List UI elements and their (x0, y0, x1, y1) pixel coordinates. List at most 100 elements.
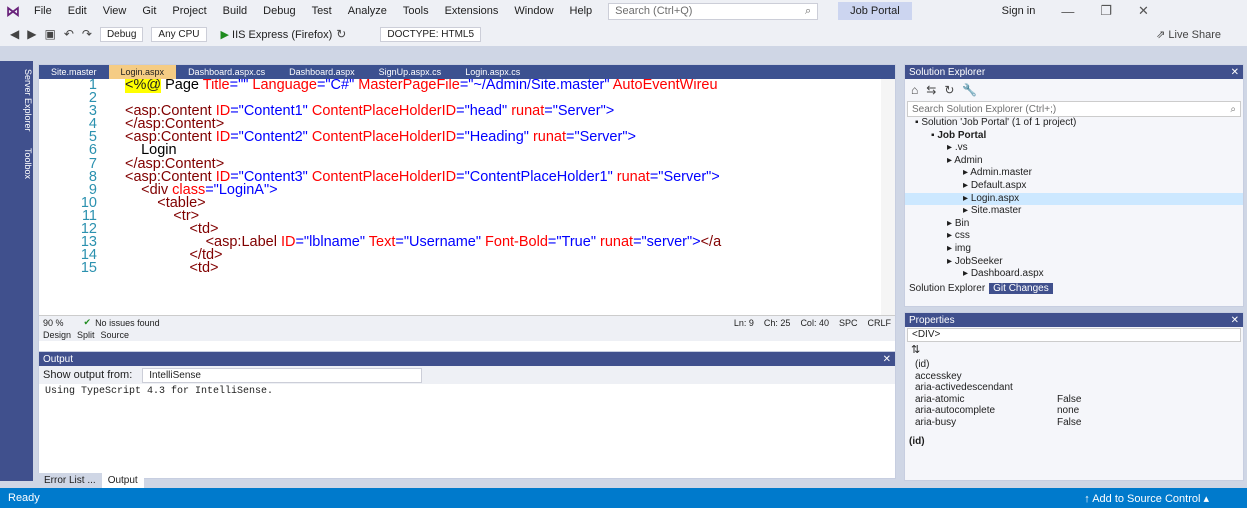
property-row[interactable]: aria-autocomplete none (905, 405, 1243, 417)
tree-item[interactable]: ▸ JobSeeker (905, 256, 1243, 269)
menu-item-build[interactable]: Build (215, 5, 255, 17)
split-view-button[interactable]: Split (77, 330, 95, 340)
line-ending[interactable]: CRLF (867, 318, 891, 328)
check-icon: ✔ (83, 317, 92, 327)
editor-tab[interactable]: Login.aspx (108, 65, 177, 79)
code-token: Text (368, 234, 396, 251)
editor-tab[interactable]: Login.aspx.cs (453, 65, 532, 79)
editor-tab[interactable]: Dashboard.aspx.cs (176, 65, 277, 79)
run-button[interactable]: ▶ IIS Express (Firefox) (221, 28, 333, 41)
menu-item-help[interactable]: Help (562, 5, 601, 17)
tree-item[interactable]: ▸ Site.master (905, 205, 1243, 218)
solution-search-input[interactable]: Search Solution Explorer (Ctrl+;) ⌕ (907, 101, 1241, 117)
forward-icon[interactable]: ▶ (27, 27, 36, 41)
menu-item-project[interactable]: Project (164, 5, 214, 17)
tree-item-label: img (954, 242, 971, 254)
code-token: ="" (229, 79, 253, 93)
sign-in-link[interactable]: Sign in (1002, 5, 1036, 17)
property-row[interactable]: aria-busy False (905, 417, 1243, 429)
refresh-icon[interactable]: ↻ (336, 27, 346, 41)
server-explorer-tab[interactable]: Server Explorer (0, 61, 33, 140)
zoom-level[interactable]: 90 % (43, 318, 64, 328)
menu-item-edit[interactable]: Edit (60, 5, 95, 17)
menu-item-debug[interactable]: Debug (255, 5, 303, 17)
refresh-icon[interactable]: ↻ (944, 83, 954, 97)
tree-item[interactable]: ▪ Job Portal (905, 130, 1243, 143)
tree-item[interactable]: ▸ Default.aspx (905, 180, 1243, 193)
editor-tab[interactable]: Dashboard.aspx (277, 65, 367, 79)
tree-item-label: Dashboard.aspx (970, 268, 1044, 280)
property-row[interactable]: aria-atomic False (905, 394, 1243, 406)
menu-item-view[interactable]: View (95, 5, 135, 17)
property-row[interactable]: aria-activedescendant (905, 382, 1243, 394)
platform-dropdown[interactable]: Any CPU (151, 26, 207, 42)
vertical-scrollbar[interactable] (881, 79, 895, 315)
code-token: Title (202, 79, 230, 93)
tree-item[interactable]: ▸ Login.aspx (905, 192, 1243, 206)
line-content: <td> (125, 261, 218, 276)
home-icon[interactable]: ⌂ (911, 83, 918, 97)
property-row[interactable]: (id) (905, 359, 1243, 371)
design-view-button[interactable]: Design (43, 330, 71, 340)
line-number: 15 (80, 260, 97, 277)
back-icon[interactable]: ◀ (10, 27, 19, 41)
line-content: <asp:Content ID="Content2" ContentPlaceH… (125, 130, 636, 145)
close-icon[interactable]: ✕ (1231, 315, 1239, 326)
output-tab[interactable]: Error List ... (38, 473, 102, 489)
redo-icon[interactable]: ↷ (82, 27, 92, 41)
code-token: ="lblname" (295, 234, 369, 251)
property-row[interactable]: accesskey (905, 371, 1243, 383)
code-token: ="True" (547, 234, 600, 251)
doctype-dropdown[interactable]: DOCTYPE: HTML5 (380, 26, 482, 42)
tree-item[interactable]: ▸ Admin (905, 155, 1243, 168)
tree-item[interactable]: ▸ .vs (905, 142, 1243, 155)
minimize-icon[interactable]: — (1061, 4, 1074, 19)
menu-item-analyze[interactable]: Analyze (340, 5, 395, 17)
properties-object-dropdown[interactable]: <DIV> (907, 328, 1241, 342)
close-icon[interactable]: ✕ (883, 354, 891, 365)
menu-item-test[interactable]: Test (304, 5, 340, 17)
close-icon[interactable]: ✕ (1138, 3, 1149, 19)
solution-search-placeholder: Search Solution Explorer (Ctrl+;) (912, 103, 1057, 115)
editor-tab[interactable]: SignUp.aspx.cs (367, 65, 454, 79)
output-source-dropdown[interactable]: IntelliSense (142, 367, 423, 383)
menu-item-extensions[interactable]: Extensions (437, 5, 507, 17)
close-icon[interactable]: ✕ (1231, 67, 1239, 78)
add-to-source-control[interactable]: ↑ Add to Source Control ▴ (1084, 492, 1209, 505)
tree-item[interactable]: ▸ img (905, 243, 1243, 256)
issues-status[interactable]: No issues found (95, 318, 160, 328)
tree-item-label: css (954, 230, 970, 242)
output-tab[interactable]: Output (101, 473, 144, 489)
restore-icon[interactable]: ❐ (1100, 3, 1112, 19)
properties-sort-icon[interactable]: ⇅ (905, 343, 1243, 359)
source-view-button[interactable]: Source (101, 330, 130, 340)
code-area[interactable]: 1 <%@ Page Title="" Language="C#" MasterP… (39, 79, 895, 315)
menu-item-git[interactable]: Git (134, 5, 164, 17)
tree-item[interactable]: ▪ Solution 'Job Portal' (1 of 1 project) (905, 117, 1243, 130)
toolbox-tab[interactable]: Toolbox (0, 140, 33, 187)
save-icon[interactable]: ▣ (44, 27, 55, 41)
solution-tab[interactable]: Solution Explorer (905, 283, 989, 294)
undo-icon[interactable]: ↶ (64, 27, 74, 41)
tree-item[interactable]: ▸ Admin.master (905, 167, 1243, 180)
tree-node-icon: ▸ (963, 192, 971, 204)
properties-icon[interactable]: 🔧 (962, 83, 977, 97)
output-title: Output (43, 353, 74, 365)
menu-item-window[interactable]: Window (506, 5, 561, 17)
search-input[interactable]: Search (Ctrl+Q) ⌕ (608, 2, 819, 20)
menu-item-tools[interactable]: Tools (395, 5, 437, 17)
menu-item-file[interactable]: File (26, 5, 60, 17)
tree-item-label: Admin.master (970, 167, 1032, 179)
spaces-indicator[interactable]: SPC (839, 318, 858, 328)
live-share-button[interactable]: ⇗ Live Share (1156, 28, 1221, 41)
solution-tab[interactable]: Git Changes (989, 283, 1053, 295)
tree-item[interactable]: ▸ css (905, 230, 1243, 243)
tree-item[interactable]: ▸ Dashboard.aspx (905, 268, 1243, 281)
editor-tab[interactable]: Site.master (39, 65, 109, 79)
tree-item[interactable]: ▸ Bin (905, 218, 1243, 231)
tree-item-label: JobSeeker (954, 255, 1003, 267)
code-token: runat (600, 234, 634, 251)
properties-grid: (id) accesskey aria-activedescendant aria-a… (905, 359, 1243, 428)
configuration-dropdown[interactable]: Debug (99, 26, 144, 42)
sync-icon[interactable]: ⇆ (926, 83, 936, 97)
